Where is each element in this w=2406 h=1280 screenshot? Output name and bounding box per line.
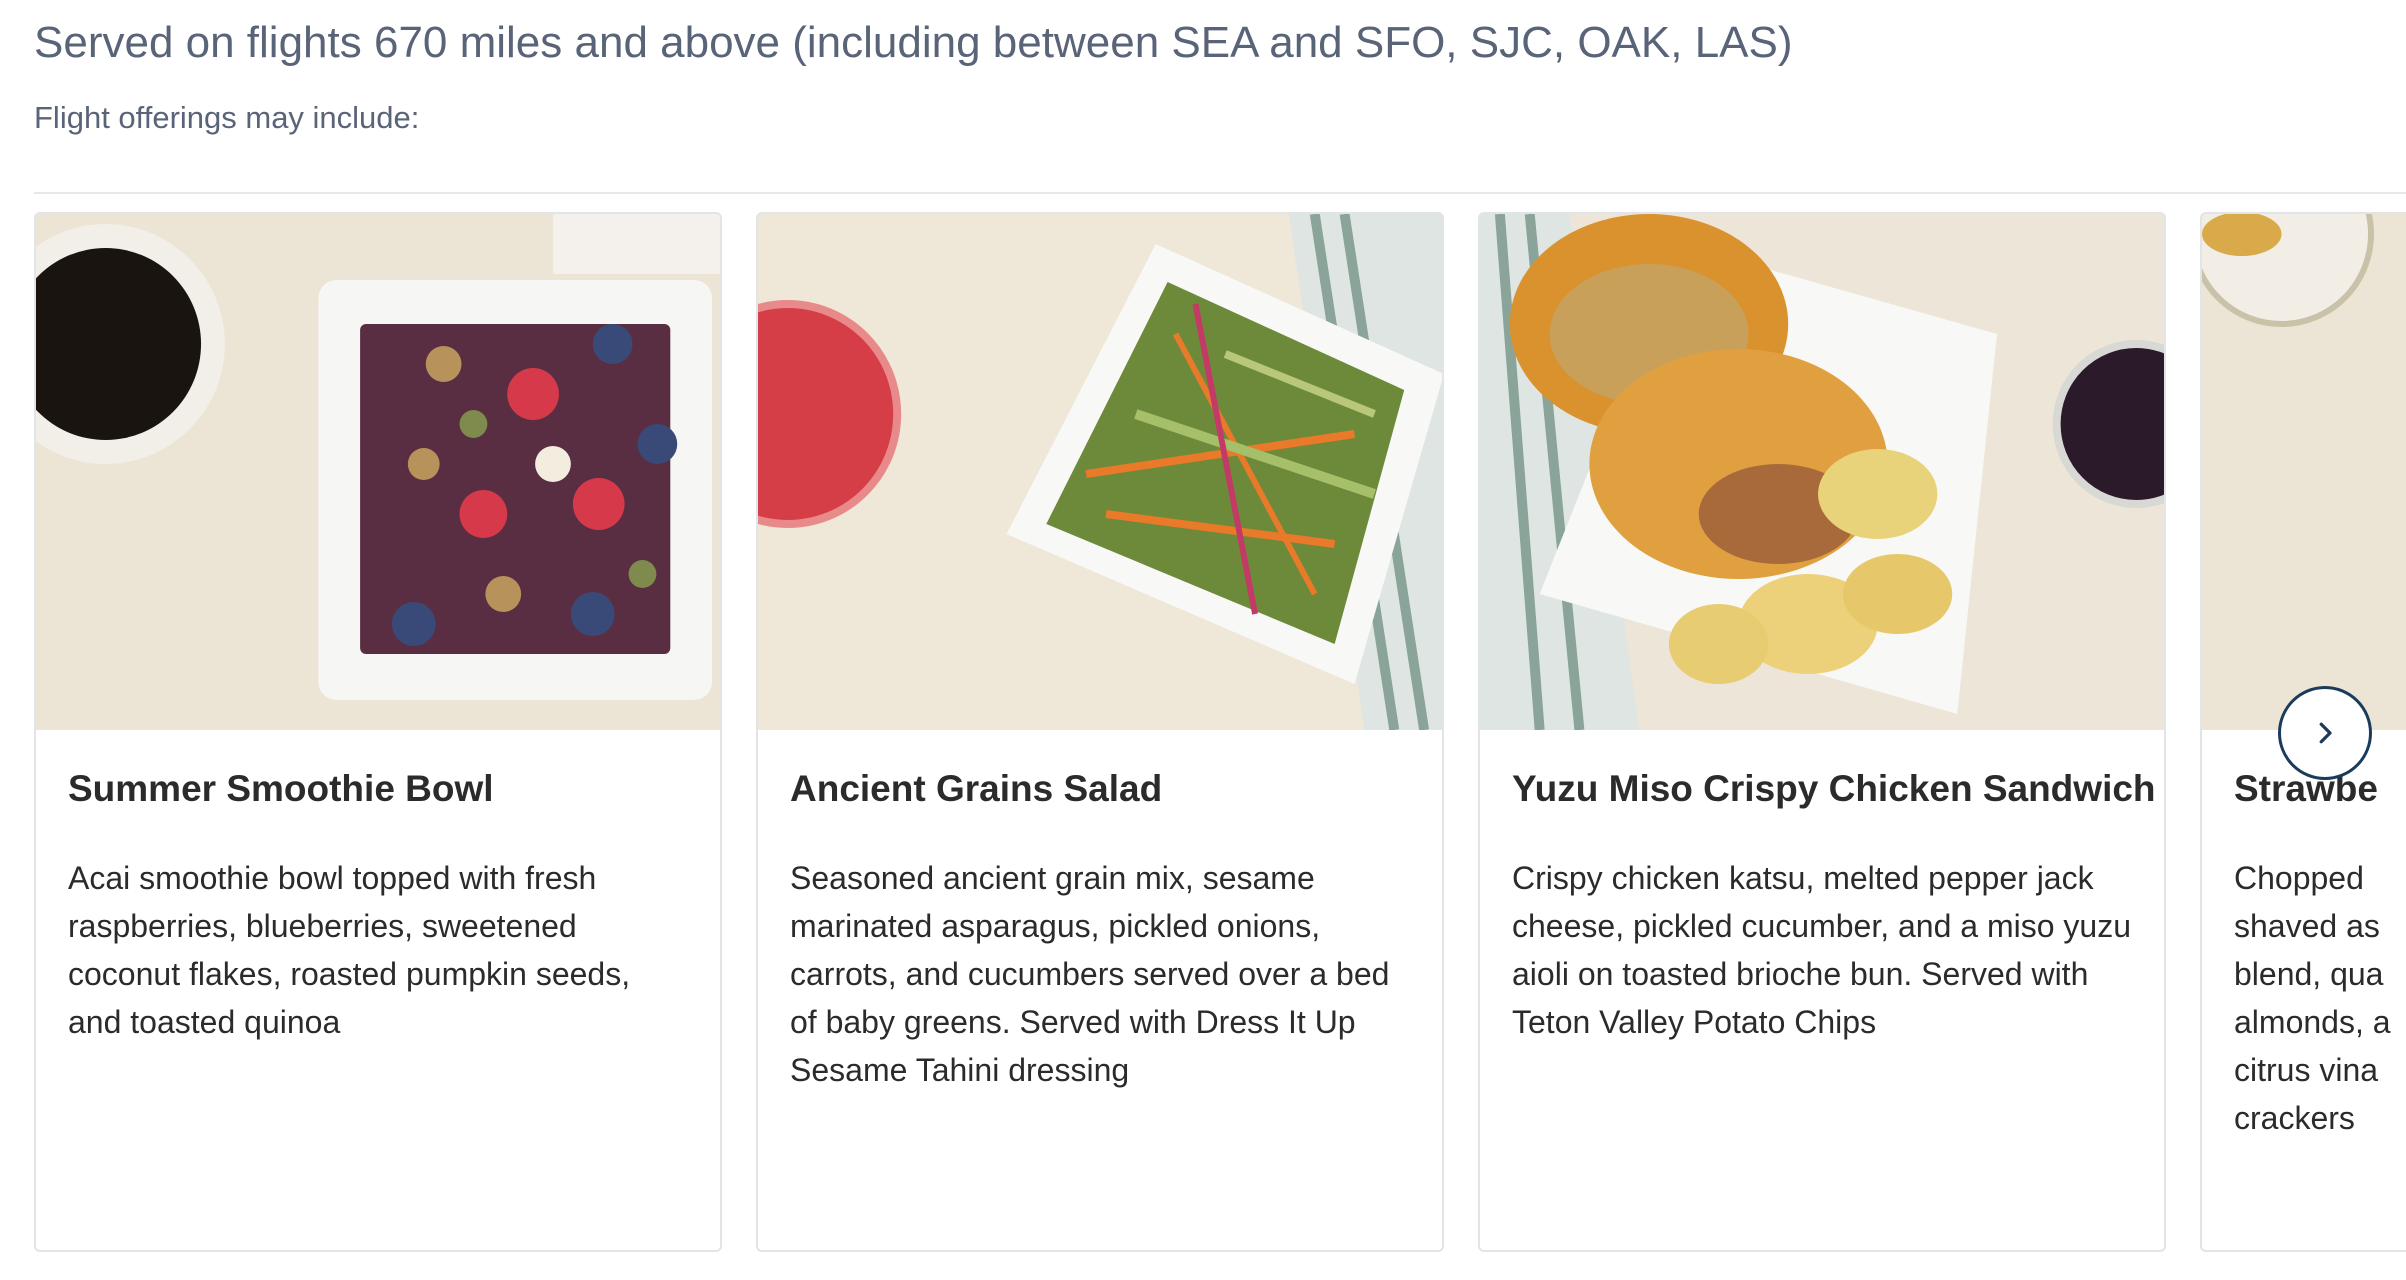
grain-salad-photo [758, 214, 1442, 730]
chicken-sandwich-photo [1480, 214, 2164, 730]
meal-card-description: Chopped shaved as blend, qua almonds, a … [2234, 860, 2391, 1136]
meal-carousel: Summer Smoothie Bowl Acai smoothie bowl … [34, 212, 2406, 1280]
meal-card-title: Ancient Grains Salad [790, 768, 1163, 809]
section-subheading: Flight offerings may include: [34, 100, 420, 135]
carousel-next-button[interactable] [2278, 686, 2372, 780]
section-heading: Served on flights 670 miles and above (i… [34, 18, 1793, 67]
meal-card-description: Seasoned ancient grain mix, sesame marin… [790, 860, 1390, 1088]
chevron-right-icon [2319, 722, 2332, 744]
divider [34, 192, 2406, 194]
meal-card-description: Acai smoothie bowl topped with fresh ras… [68, 860, 631, 1040]
meal-card-ancient-grains-salad[interactable]: Ancient Grains Salad Seasoned ancient gr… [756, 212, 1444, 1252]
meal-card-title: Summer Smoothie Bowl [68, 768, 494, 809]
partial-card-photo [2202, 214, 2406, 730]
smoothie-bowl-photo [36, 214, 720, 730]
meal-card-description: Crispy chicken katsu, melted pepper jack… [1512, 860, 2131, 1040]
meal-card-title: Yuzu Miso Crispy Chicken Sandwich [1512, 768, 2156, 809]
meal-card-smoothie-bowl[interactable]: Summer Smoothie Bowl Acai smoothie bowl … [34, 212, 722, 1252]
meal-card-yuzu-miso-chicken-sandwich[interactable]: Yuzu Miso Crispy Chicken Sandwich Crispy… [1478, 212, 2166, 1252]
